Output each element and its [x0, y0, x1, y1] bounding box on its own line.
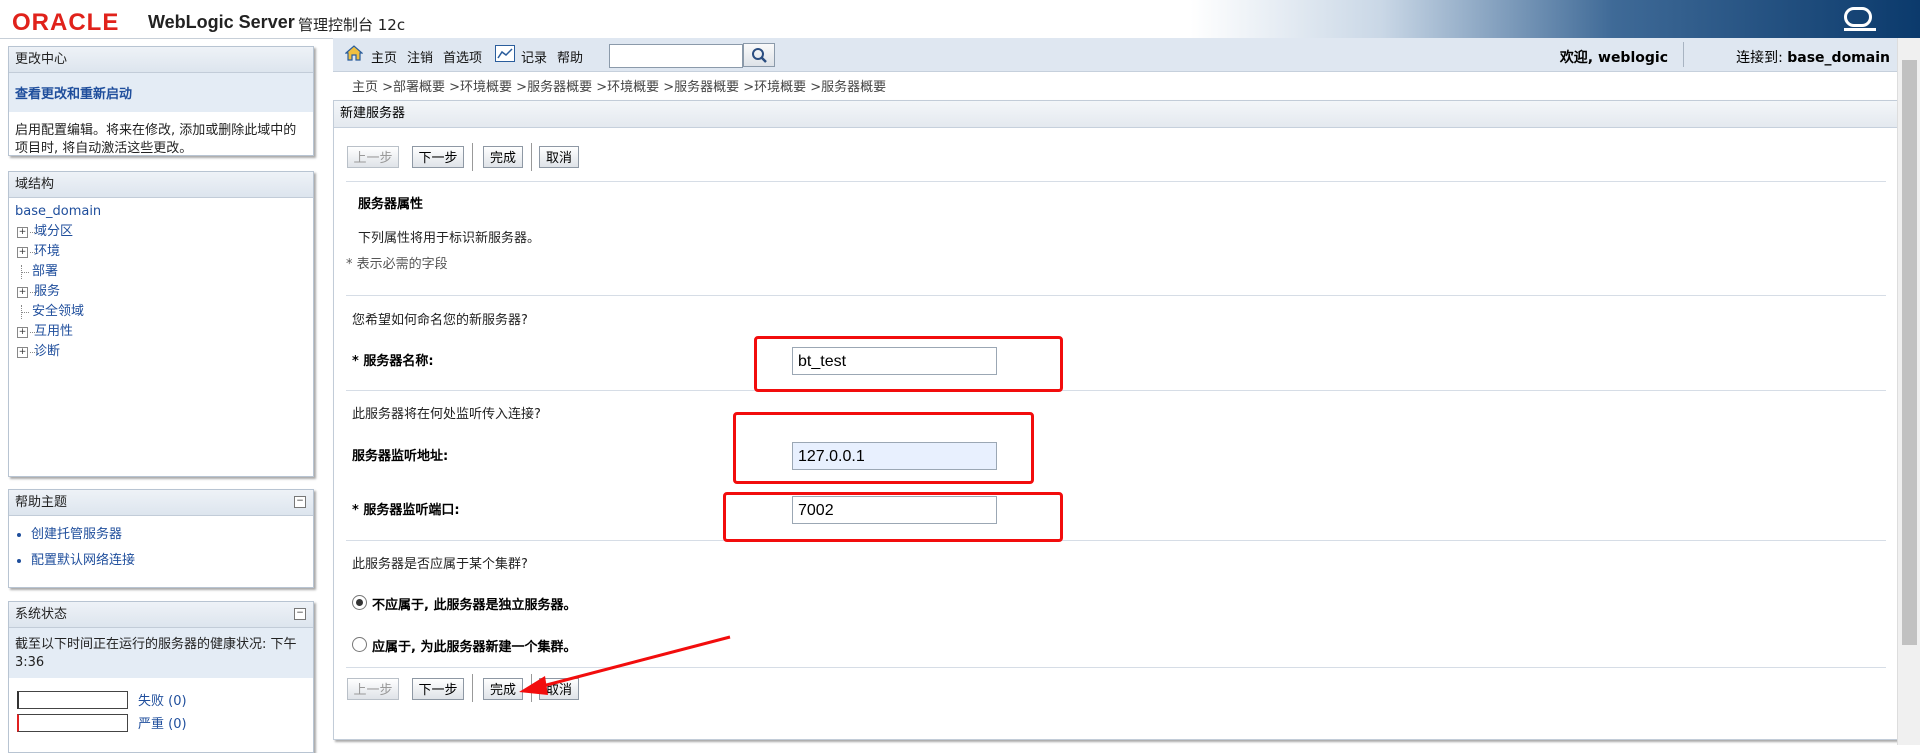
domain-structure-panel: 域结构 base_domain + 域分区 + 环境 部署 + 服务 安全领域 + 互用…: [8, 171, 314, 477]
help-link[interactable]: 帮助: [557, 47, 583, 66]
help-topics-list: 创建托管服务器 配置默认网络连接: [9, 516, 313, 580]
tree-connector: [21, 305, 32, 319]
tree-item-services[interactable]: + 服务: [11, 282, 311, 302]
annotation-box-port: [723, 492, 1063, 542]
expand-icon[interactable]: +: [17, 226, 28, 238]
page-scrollbar[interactable]: [1897, 38, 1920, 745]
search-input[interactable]: [609, 44, 743, 68]
help-topic-configure-network[interactable]: 配置默认网络连接: [31, 548, 307, 574]
cancel-button-top[interactable]: 取消: [539, 146, 579, 168]
tree-item-interoperability[interactable]: + 互用性: [11, 322, 311, 342]
question-name: 您希望如何命名您的新服务器?: [352, 313, 528, 328]
collapse-icon[interactable]: −: [294, 496, 306, 508]
collapse-icon[interactable]: −: [294, 608, 306, 620]
listen-address-label: 服务器监听地址:: [352, 449, 449, 464]
change-center-description: 启用配置编辑。将来在修改, 添加或删除此域中的项目时, 将自动激活这些更改。: [15, 123, 297, 156]
radio-new-cluster[interactable]: [352, 637, 367, 652]
system-status-description: 截至以下时间正在运行的服务器的健康状况: 下午3:36: [9, 628, 313, 678]
tree-item-diagnostics[interactable]: + 诊断: [11, 342, 311, 362]
expand-icon[interactable]: +: [17, 246, 28, 258]
tree-item-deployments[interactable]: 部署: [11, 262, 311, 282]
toolbar-separator: [1683, 42, 1684, 67]
button-separator: [472, 143, 473, 171]
oracle-logo: ORACLE: [12, 9, 120, 36]
annotation-box-name: [754, 336, 1063, 392]
radio-new-cluster-label[interactable]: 应属于, 为此服务器新建一个集群。: [372, 636, 576, 655]
connected-to: 连接到: base_domain: [1736, 50, 1890, 66]
home-icon[interactable]: [345, 44, 363, 62]
radio-standalone-label[interactable]: 不应属于, 此服务器是独立服务器。: [372, 594, 576, 613]
status-bar-critical: [17, 713, 128, 732]
logout-link[interactable]: 注销: [407, 47, 433, 66]
back-button-bottom[interactable]: 上一步: [347, 678, 399, 700]
new-server-panel: 新建服务器 上一步 下一步 完成 取消 服务器属性 下列属性将用于标识新服务器。…: [333, 100, 1899, 740]
divider: [346, 540, 1886, 541]
preferences-link[interactable]: 首选项: [443, 47, 482, 66]
listen-port-label: * 服务器监听端口:: [352, 503, 460, 518]
divider: [346, 181, 1886, 182]
expand-icon[interactable]: +: [17, 286, 28, 298]
home-link[interactable]: 主页: [371, 47, 397, 66]
tree-item-environment[interactable]: + 环境: [11, 242, 311, 262]
divider: [346, 667, 1886, 668]
button-separator: [531, 143, 532, 171]
scrollbar-thumb[interactable]: [1902, 60, 1917, 645]
product-name: WebLogic Server: [148, 12, 295, 32]
required-note: * 表示必需的字段: [346, 257, 448, 272]
system-status-panel: 系统状态 − 截至以下时间正在运行的服务器的健康状况: 下午3:36 失败 (0)…: [8, 601, 314, 753]
tree-item-domain-partitions[interactable]: + 域分区: [11, 222, 311, 242]
next-button-bottom[interactable]: 下一步: [412, 678, 464, 700]
annotation-box-address: [733, 412, 1034, 484]
server-name-label: * 服务器名称:: [352, 354, 434, 369]
welcome-text: 欢迎, weblogic: [1559, 50, 1668, 66]
tree-root-base-domain[interactable]: base_domain: [11, 202, 311, 222]
domain-structure-title: 域结构: [9, 172, 313, 198]
status-row-failed: 失败 (0): [9, 688, 313, 711]
back-button-top[interactable]: 上一步: [347, 146, 399, 168]
button-separator: [472, 674, 473, 702]
next-button-top[interactable]: 下一步: [412, 146, 464, 168]
tree-item-security-realms[interactable]: 安全领域: [11, 302, 311, 322]
view-changes-link[interactable]: 查看更改和重新启动: [9, 73, 313, 112]
product-subtitle: 管理控制台 12c: [298, 16, 406, 34]
question-listen: 此服务器将在何处监听传入连接?: [352, 407, 541, 422]
record-link[interactable]: 记录: [521, 47, 547, 66]
top-toolbar: 主页 注销 首选项 记录 帮助 欢迎, weblogic 连接到: base_d…: [333, 38, 1898, 72]
search-icon: [752, 48, 767, 63]
status-row-critical: 严重 (0): [9, 711, 313, 734]
record-icon[interactable]: [495, 45, 515, 62]
finish-button-bottom[interactable]: 完成: [483, 678, 523, 700]
system-status-title: 系统状态 −: [9, 602, 313, 628]
button-separator: [531, 674, 532, 702]
oracle-o-icon: [1844, 7, 1872, 27]
breadcrumb[interactable]: 主页 >部署概要 >环境概要 >服务器概要 >环境概要 >服务器概要 >环境概要…: [352, 76, 886, 95]
header-bar: ORACLE WebLogic Server 管理控制台 12c: [0, 0, 1920, 39]
help-topics-panel: 帮助主题− 创建托管服务器 配置默认网络连接: [8, 489, 314, 588]
radio-standalone[interactable]: [352, 595, 367, 610]
change-center-panel: 更改中心 查看更改和重新启动 启用配置编辑。将来在修改, 添加或删除此域中的项目…: [8, 46, 314, 156]
main-title: 新建服务器: [334, 101, 1898, 128]
divider: [346, 295, 1886, 296]
help-topics-title: 帮助主题 −: [9, 490, 313, 516]
intro-text: 下列属性将用于标识新服务器。: [358, 231, 541, 246]
tree-connector: [21, 265, 32, 279]
expand-icon[interactable]: +: [17, 326, 28, 338]
question-cluster: 此服务器是否应属于某个集群?: [352, 557, 528, 572]
expand-icon[interactable]: +: [17, 346, 28, 358]
domain-tree: base_domain + 域分区 + 环境 部署 + 服务 安全领域 + 互用性 + 诊…: [9, 198, 313, 366]
divider: [346, 390, 1886, 391]
cancel-button-bottom[interactable]: 取消: [539, 678, 579, 700]
status-bar-failed: [17, 690, 128, 709]
oracle-o-base-icon: [1844, 28, 1876, 31]
help-topic-create-managed-server[interactable]: 创建托管服务器: [31, 522, 307, 548]
search-button[interactable]: [743, 43, 775, 67]
section-title: 服务器属性: [358, 197, 424, 212]
finish-button-top[interactable]: 完成: [483, 146, 523, 168]
change-center-title: 更改中心: [9, 47, 313, 73]
